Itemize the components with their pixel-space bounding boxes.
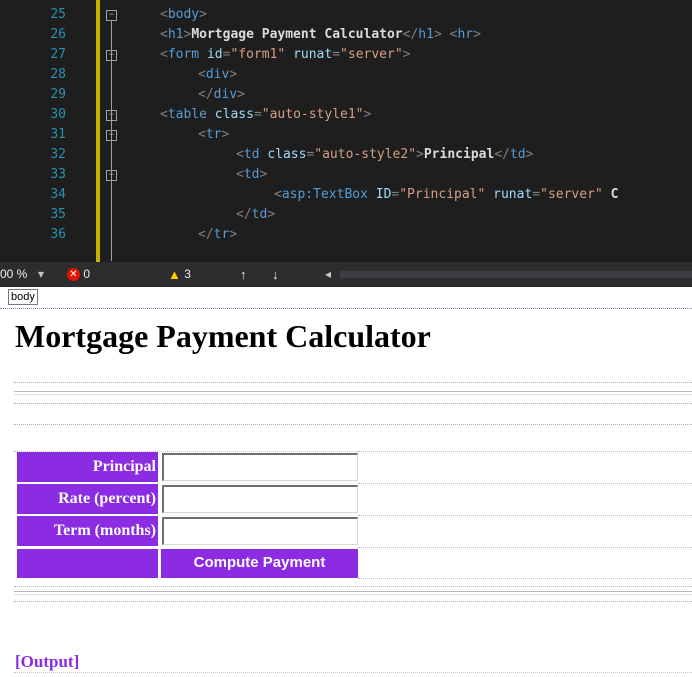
error-count: 0 <box>83 267 91 281</box>
code-text[interactable]: </tr> <box>198 225 237 245</box>
scroll-left-icon[interactable]: ◂ <box>325 267 331 282</box>
output-outline <box>14 672 692 673</box>
code-line[interactable]: 28 <div> <box>0 65 692 85</box>
code-line[interactable]: 27 <form id="form1" runat="server"> <box>0 45 692 65</box>
next-issue-arrow-icon[interactable]: ↓ <box>272 267 279 282</box>
hr-line <box>14 391 692 395</box>
zoom-level[interactable]: 00 % <box>0 267 27 282</box>
line-number: 36 <box>50 227 66 242</box>
line-number: 30 <box>50 107 66 122</box>
hr-line <box>14 591 692 595</box>
horizontal-rule <box>14 382 692 404</box>
page-title: Mortgage Payment Calculator <box>15 318 431 354</box>
table-outline-line <box>358 547 692 548</box>
code-text[interactable]: <div> <box>198 65 237 85</box>
line-number: 27 <box>50 47 66 62</box>
body-tag-chip[interactable]: body <box>8 289 38 305</box>
code-text[interactable]: <td> <box>236 165 267 185</box>
error-icon: ✕ <box>67 268 80 282</box>
line-number: 35 <box>50 207 66 222</box>
compute-payment-button[interactable]: Compute Payment <box>161 549 358 578</box>
editor-status-bar: 00 % ▾ ✕ 0 ▲ 3 ↑ ↓ ◂ <box>0 262 692 287</box>
rate-input[interactable] <box>162 485 358 513</box>
zoom-dropdown-icon[interactable]: ▾ <box>38 267 44 282</box>
error-indicator[interactable]: ✕ 0 <box>67 267 90 282</box>
line-number: 28 <box>50 67 66 82</box>
code-text[interactable]: </td> <box>236 205 275 225</box>
code-text[interactable]: <asp:TextBox ID="Principal" runat="serve… <box>274 185 618 205</box>
code-line[interactable]: 35 </td> <box>0 205 692 225</box>
code-line[interactable]: 36 </tr> <box>0 225 692 245</box>
collapse-icon[interactable]: − <box>106 10 117 21</box>
code-editor[interactable]: 25 <body> 26 <h1>Mortgage Payment Calculato… <box>0 0 692 262</box>
principal-label: Principal <box>17 452 158 482</box>
code-line[interactable]: 29 </div> <box>0 85 692 105</box>
rate-label: Rate (percent) <box>17 484 158 514</box>
table-outline-line <box>358 483 692 484</box>
line-number: 33 <box>50 167 66 182</box>
fold-guide-line <box>111 21 112 261</box>
code-text[interactable]: </div> <box>198 85 245 105</box>
code-line[interactable]: 34 <asp:TextBox ID="Principal" runat="ser… <box>0 185 692 205</box>
line-number: 31 <box>50 127 66 142</box>
horizontal-scrollbar[interactable] <box>340 271 692 278</box>
output-label: [Output] <box>15 652 80 671</box>
horizontal-rule <box>14 586 692 602</box>
line-number: 29 <box>50 87 66 102</box>
line-number: 32 <box>50 147 66 162</box>
term-input[interactable] <box>162 517 358 545</box>
warning-count: 3 <box>184 267 191 281</box>
line-number: 26 <box>50 27 66 42</box>
warning-icon: ▲ <box>168 267 181 283</box>
code-line[interactable]: 32 <td class="auto-style2">Principal</td> <box>0 145 692 165</box>
warning-indicator[interactable]: ▲ 3 <box>168 267 191 282</box>
line-number: 34 <box>50 187 66 202</box>
previous-issue-arrow-icon[interactable]: ↑ <box>240 267 247 282</box>
table-outline-line <box>358 451 692 452</box>
table-outline-line <box>358 515 692 516</box>
principal-input[interactable] <box>162 453 358 481</box>
tag-navigator: body <box>0 287 692 309</box>
code-text[interactable]: <table class="auto-style1"> <box>160 105 371 125</box>
line-number: 25 <box>50 7 66 22</box>
empty-table-cell <box>17 549 158 578</box>
code-text[interactable]: <form id="form1" runat="server"> <box>160 45 411 65</box>
code-text[interactable]: <tr> <box>198 125 229 145</box>
code-text[interactable]: <td class="auto-style2">Principal</td> <box>236 145 533 165</box>
code-line[interactable]: 25 <body> <box>0 5 692 25</box>
code-line[interactable]: 26 <h1>Mortgage Payment Calculator</h1> <… <box>0 25 692 45</box>
term-label: Term (months) <box>17 516 158 546</box>
code-line[interactable]: 33 <td> <box>0 165 692 185</box>
code-line[interactable]: 31 <tr> <box>0 125 692 145</box>
table-outline-line <box>358 578 692 579</box>
code-text[interactable]: <h1>Mortgage Payment Calculator</h1> <hr… <box>160 25 481 45</box>
code-line[interactable]: 30 <table class="auto-style1"> <box>0 105 692 125</box>
code-text[interactable]: <body> <box>160 5 207 25</box>
